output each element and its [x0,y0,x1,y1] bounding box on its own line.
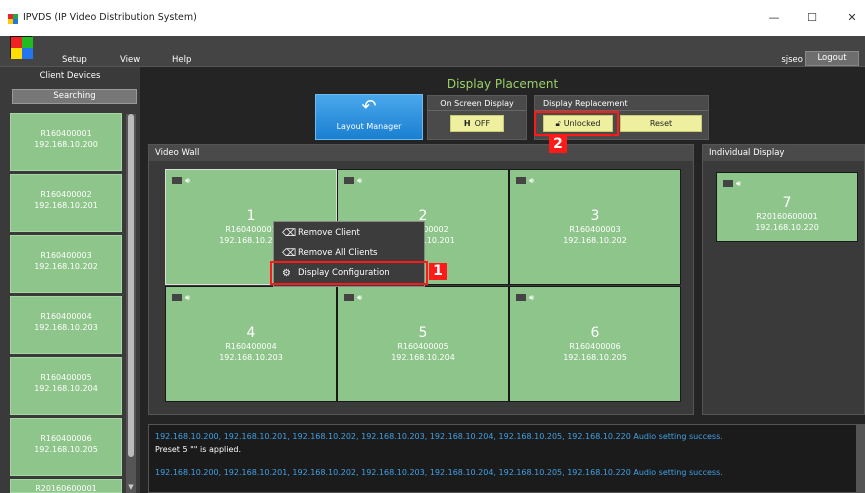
client-ip: 192.168.10.201 [34,201,98,210]
log-line: Preset 5 "" is applied. [155,445,242,454]
cell-status-icons: 🔊︎ [344,293,362,303]
client-ip: 192.168.10.205 [34,445,98,454]
app-icon [8,14,18,24]
cell-client-id: R160400006 [569,342,621,351]
client-item[interactable]: R20160600001 [10,479,122,493]
client-item[interactable]: R160400003 192.168.10.202 [10,235,122,293]
highlight-box-display-configuration [270,261,428,285]
log-line: 192.168.10.200, 192.168.10.201, 192.168.… [155,432,723,441]
video-wall-cell-3[interactable]: 🔊︎ 3 R160400003 192.168.10.202 [509,169,681,285]
sidebar-title: Client Devices [39,71,101,81]
client-id: R20160600001 [35,484,97,493]
menu-item-label: Remove All Clients [298,248,378,258]
video-wall-title: Video Wall [149,145,693,161]
cell-status-icons: 🔊︎ [344,176,362,186]
cell-status-icons: 🔊︎ [516,176,534,186]
cell-status-icons: 🔊︎ [172,176,190,186]
osd-group: On Screen Display H OFF [427,95,527,140]
cell-number: 4 [246,325,256,341]
osd-toggle-button[interactable]: H OFF [450,115,504,132]
reset-button[interactable]: Reset [620,115,702,132]
page-title: Display Placement [446,77,559,91]
client-item[interactable]: R160400001 192.168.10.200 [10,113,122,171]
client-id: R160400005 [40,373,92,382]
cell-client-id: R160400004 [225,342,277,351]
monitor-icon [516,177,526,184]
osd-value: OFF [474,119,491,128]
client-item[interactable]: R160400002 192.168.10.201 [10,174,122,232]
close-button[interactable]: ✕ [840,8,864,28]
client-devices-sidebar: Client Devices Searching R160400001 192.… [0,67,140,493]
annotation-tag-2: 2 [549,136,567,153]
client-id: R160400001 [40,129,92,138]
client-id: R160400004 [40,312,92,321]
video-wall-cell-5[interactable]: 🔊︎ 5 R160400005 192.168.10.204 [337,286,509,402]
monitor-icon [172,294,182,301]
film-icon: H [463,119,471,128]
client-item[interactable]: R160400006 192.168.10.205 [10,418,122,476]
monitor-icon [344,294,354,301]
annotation-tag-1: 1 [429,263,447,280]
log-scrollbar[interactable] [856,424,865,493]
cell-number: 5 [418,325,428,341]
window-title: IPVDS (IP Video Distribution System) [23,12,197,23]
video-wall-cell-6[interactable]: 🔊︎ 6 R160400006 192.168.10.205 [509,286,681,402]
cell-client-id: R160400003 [569,225,621,234]
osd-title: On Screen Display [428,96,526,111]
log-line: 192.168.10.200, 192.168.10.201, 192.168.… [155,468,723,477]
searching-button[interactable]: Searching [12,89,137,104]
menu-item-label: Remove Client [298,228,360,238]
logout-button[interactable]: Logout [805,51,859,66]
menu-bar: Setup View Help sjseo Logout [0,36,865,67]
cell-client-ip: 192.168.10.220 [755,223,819,232]
cell-status-icons: 🔊︎ [723,179,741,189]
cell-status-icons: 🔊︎ [516,293,534,303]
cell-status-icons: 🔊︎ [172,293,190,303]
cell-number: 3 [590,208,600,224]
client-ip: 192.168.10.204 [34,384,98,393]
cell-client-ip: 192.168.10.204 [391,353,455,362]
client-item[interactable]: R160400005 192.168.10.204 [10,357,122,415]
layout-manager-button[interactable]: ↶ Layout Manager [315,94,423,140]
client-ip: 192.168.10.202 [34,262,98,271]
scroll-down-icon[interactable]: ▼ [126,483,136,491]
client-id: R160400003 [40,251,92,260]
cell-client-ip: 192.168.10.205 [563,353,627,362]
message-log: 192.168.10.200, 192.168.10.201, 192.168.… [148,424,858,493]
client-id: R160400006 [40,434,92,443]
client-ip: 192.168.10.203 [34,323,98,332]
cell-client-ip: 192.168.10.202 [563,236,627,245]
layout-manager-label: Layout Manager [336,122,402,131]
menu-help[interactable]: Help [172,55,191,65]
video-wall-cell-4[interactable]: 🔊︎ 4 R160400004 192.168.10.203 [165,286,337,402]
remove-client-icon: ⌫ [282,228,297,239]
maximize-button[interactable]: ☐ [800,8,824,28]
client-ip: 192.168.10.200 [34,140,98,149]
minimize-button[interactable]: — [762,8,786,28]
cell-client-id: R20160600001 [756,212,818,221]
monitor-icon [344,177,354,184]
title-bar: IPVDS (IP Video Distribution System) — ☐… [0,0,865,36]
individual-display-cell-7[interactable]: 🔊︎ 7 R20160600001 192.168.10.220 [716,172,858,242]
user-name: sjseo [781,55,803,65]
monitor-icon [172,177,182,184]
menu-setup[interactable]: Setup [62,55,87,65]
cell-client-id: R160400005 [397,342,449,351]
client-item[interactable]: R160400004 192.168.10.203 [10,296,122,354]
cell-client-ip: 192.168.10.203 [219,353,283,362]
cell-number: 6 [590,325,600,341]
return-arrow-icon: ↶ [361,96,377,117]
menu-view[interactable]: View [120,55,140,65]
app-logo-icon [10,36,33,59]
replacement-title: Display Replacement [535,96,708,111]
monitor-icon [723,180,733,187]
monitor-icon [516,294,526,301]
scrollbar-thumb[interactable] [128,114,134,457]
menu-item-remove-client[interactable]: ⌫ Remove Client [274,224,426,243]
client-id: R160400002 [40,190,92,199]
sidebar-scrollbar[interactable]: ▼ [126,114,136,493]
individual-display-title: Individual Display [703,145,864,161]
cell-number: 7 [782,195,792,211]
highlight-box-unlocked [534,111,619,136]
